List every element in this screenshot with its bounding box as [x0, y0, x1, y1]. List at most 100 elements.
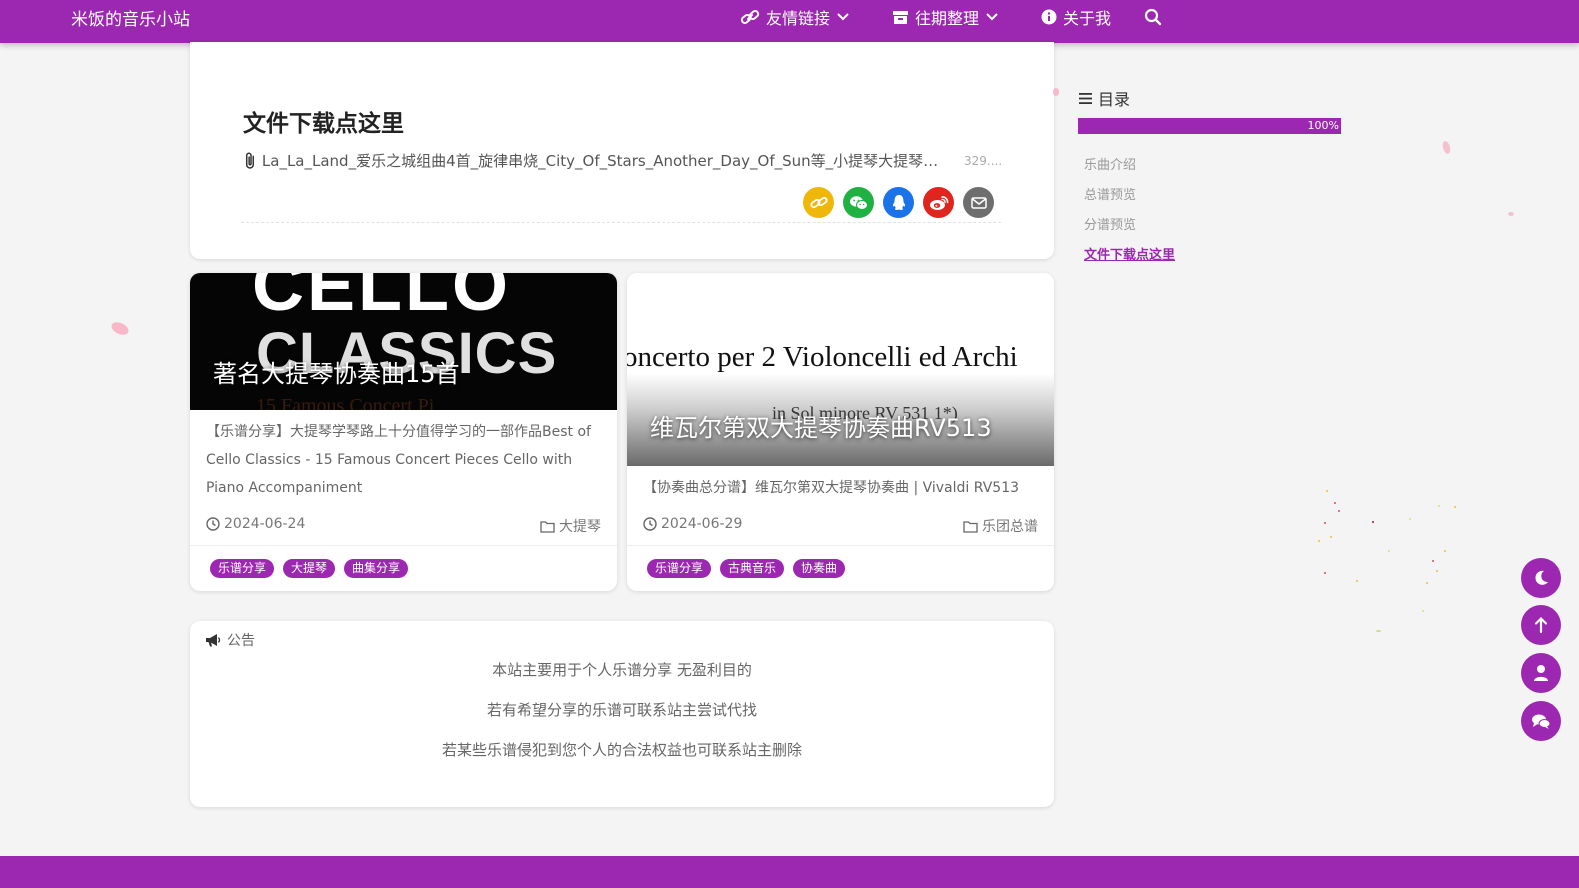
post-date: 2024-06-24 [206, 516, 305, 532]
decor-dot [1324, 522, 1326, 524]
list-icon [1079, 92, 1092, 104]
toc-heading-text: 目录 [1098, 90, 1131, 109]
share-weibo-button[interactable] [923, 187, 954, 218]
folder-icon [540, 520, 555, 533]
clock-icon [643, 517, 657, 531]
back-to-top-button[interactable] [1521, 605, 1561, 645]
share-wechat-button[interactable] [843, 187, 874, 218]
announcement-line: 若有希望分享的乐谱可联系站主尝试代找 [486, 701, 757, 719]
decor-dot [1432, 560, 1434, 562]
paperclip-icon [245, 152, 254, 169]
decor-petal [1508, 212, 1514, 216]
decor-dot [1454, 506, 1456, 508]
post-card[interactable]: CELLO CLASSICS 15 Famous Concert Pi 著名大提… [190, 273, 617, 591]
post-date: 2024-06-29 [643, 516, 742, 532]
post-category-text: 大提琴 [559, 519, 601, 535]
post-excerpt: 【乐谱分享】大提琴学琴路上十分值得学习的一部作品Best of Cello Cl… [206, 424, 591, 496]
post-date-text: 2024-06-24 [224, 516, 306, 532]
share-link-button[interactable] [803, 187, 834, 218]
share-email-button[interactable] [963, 187, 994, 218]
clock-icon [206, 517, 220, 531]
decor-dot [1356, 580, 1358, 582]
toc-item[interactable]: 分谱预览 [1084, 214, 1136, 233]
tag[interactable]: 协奏曲 [793, 559, 846, 578]
post-category-text: 乐团总谱 [982, 519, 1038, 535]
announcement-heading: 公告 [205, 630, 255, 650]
decor-dot [1426, 582, 1428, 584]
dark-mode-button[interactable] [1521, 558, 1561, 598]
announcement-line: 本站主要用于个人乐谱分享 无盈利目的 [492, 661, 752, 679]
post-tags: 乐谱分享 大提琴 曲集分享 [210, 559, 409, 578]
link-icon [809, 196, 828, 208]
chevron-down-icon [986, 13, 998, 21]
share-qq-button[interactable] [883, 187, 914, 218]
arrow-up-icon [1534, 616, 1548, 634]
cover-text: CELLO [252, 273, 511, 326]
nav-friend-links-label: 友情链接 [766, 9, 831, 28]
decor-dot [1436, 570, 1438, 572]
comments-button[interactable] [1521, 701, 1561, 741]
post-tags: 乐谱分享 古典音乐 协奏曲 [647, 559, 846, 578]
download-file-name: La_La_Land_爱乐之城组曲4首_旋律串烧_City_Of_Stars_A… [261, 152, 948, 170]
post-title[interactable]: 维瓦尔第双大提琴协奏曲RV513 [650, 408, 992, 443]
divider [190, 545, 617, 546]
search-button[interactable] [1144, 8, 1162, 26]
post-category[interactable]: 乐团总谱 [963, 516, 1038, 536]
search-icon [1144, 8, 1162, 26]
chat-icon [1532, 714, 1551, 729]
download-title: 文件下载点这里 [243, 111, 404, 137]
tag[interactable]: 乐谱分享 [647, 559, 712, 578]
tag[interactable]: 曲集分享 [344, 559, 409, 578]
decor-dot [1338, 510, 1340, 512]
user-icon [1534, 665, 1548, 681]
link-icon [740, 10, 760, 24]
moon-icon [1535, 570, 1548, 585]
decor-dot [1334, 502, 1336, 504]
email-icon [970, 196, 987, 209]
decor-dot [1444, 550, 1446, 552]
decor-dot [1388, 550, 1390, 552]
tag[interactable]: 大提琴 [283, 559, 336, 578]
announcement-heading-text: 公告 [227, 633, 255, 649]
site-brand[interactable]: 米饭的音乐小站 [71, 5, 190, 30]
decor-dot [1372, 521, 1374, 523]
announcement-card: 公告 本站主要用于个人乐谱分享 无盈利目的 若有希望分享的乐谱可联系站主尝试代找… [190, 621, 1054, 807]
qq-icon [892, 194, 905, 210]
post-cover-image[interactable]: oncerto per 2 Violoncelli ed Archi in So… [627, 273, 1054, 466]
toc-item-active[interactable]: 文件下载点这里 [1084, 244, 1175, 263]
cover-subtext: 15 Famous Concert Pi [256, 395, 435, 410]
decor-dot [1324, 572, 1326, 574]
decor-dot [1326, 490, 1328, 492]
download-file-size: 329.... [964, 154, 1003, 168]
user-button[interactable] [1521, 653, 1561, 693]
post-category[interactable]: 大提琴 [540, 516, 601, 536]
decor-dot [1438, 505, 1440, 507]
cover-text: oncerto per 2 Violoncelli ed Archi [627, 341, 1018, 373]
decor-petal [1053, 88, 1059, 96]
toc-item[interactable]: 总谱预览 [1084, 184, 1136, 203]
toc-item[interactable]: 乐曲介绍 [1084, 154, 1136, 173]
divider [241, 222, 1001, 223]
nav-archive-label: 往期整理 [915, 9, 980, 28]
decor-dot [1330, 536, 1332, 538]
divider [627, 545, 1054, 546]
weibo-icon [929, 195, 948, 210]
tag[interactable]: 乐谱分享 [210, 559, 275, 578]
folder-icon [963, 520, 978, 533]
toc-heading: 目录 [1078, 86, 1130, 110]
post-card[interactable]: oncerto per 2 Violoncelli ed Archi in So… [627, 273, 1054, 591]
footer-bar [0, 856, 1579, 888]
wechat-icon [849, 195, 868, 210]
announcement-line: 若某些乐谱侵犯到您个人的合法权益也可联系站主删除 [441, 741, 802, 759]
nav-about[interactable]: 关于我 [1041, 5, 1111, 29]
post-title[interactable]: 著名大提琴协奏曲15首 [213, 354, 460, 389]
toc-progress-bar: 100% [1078, 118, 1341, 134]
post-cover-image[interactable]: CELLO CLASSICS 15 Famous Concert Pi 著名大提… [190, 273, 617, 410]
megaphone-icon [206, 634, 221, 647]
nav-friend-links[interactable]: 友情链接 [740, 5, 850, 29]
tag[interactable]: 古典音乐 [720, 559, 785, 578]
post-excerpt: 【协奏曲总分谱】维瓦尔第双大提琴协奏曲 | Vivaldi RV513 [643, 480, 1020, 496]
download-file-link[interactable]: La_La_Land_爱乐之城组曲4首_旋律串烧_City_Of_Stars_A… [243, 150, 948, 171]
nav-archive[interactable]: 往期整理 [892, 5, 999, 29]
post-date-text: 2024-06-29 [661, 516, 743, 532]
